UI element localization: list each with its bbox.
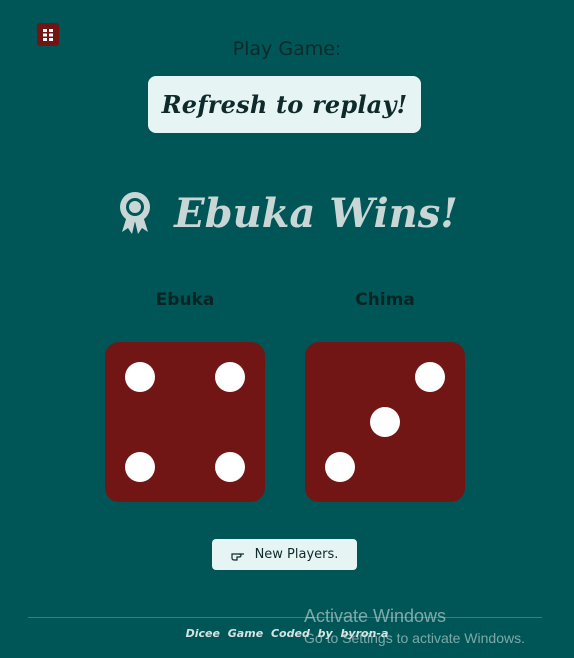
play-game-label: Play Game: xyxy=(232,38,342,60)
refresh-banner: Refresh to replay! xyxy=(148,76,421,133)
die-pip xyxy=(415,362,445,392)
player-2-name: Chima xyxy=(355,290,415,310)
player-1-die xyxy=(105,342,265,502)
die-pip xyxy=(215,452,245,482)
die-pip xyxy=(125,362,155,392)
winner-heading: Ebuka Wins! xyxy=(0,185,574,241)
winner-text: Ebuka Wins! xyxy=(174,189,458,237)
pointing-hand-icon xyxy=(230,552,244,561)
die-pip xyxy=(215,362,245,392)
player-2-die xyxy=(305,342,465,502)
die-pip xyxy=(370,407,400,437)
new-players-button[interactable]: New Players. xyxy=(212,539,357,570)
award-ribbon-icon xyxy=(120,192,151,234)
die-pip xyxy=(125,452,155,482)
activate-windows-subtitle: Go to Settings to activate Windows. xyxy=(304,630,525,646)
player-1-name: Ebuka xyxy=(155,290,215,310)
die-pip xyxy=(325,452,355,482)
new-players-label: New Players. xyxy=(254,547,339,562)
activate-windows-title: Activate Windows xyxy=(304,606,447,626)
refresh-text: Refresh to replay! xyxy=(161,90,408,119)
footer-divider xyxy=(28,617,542,618)
